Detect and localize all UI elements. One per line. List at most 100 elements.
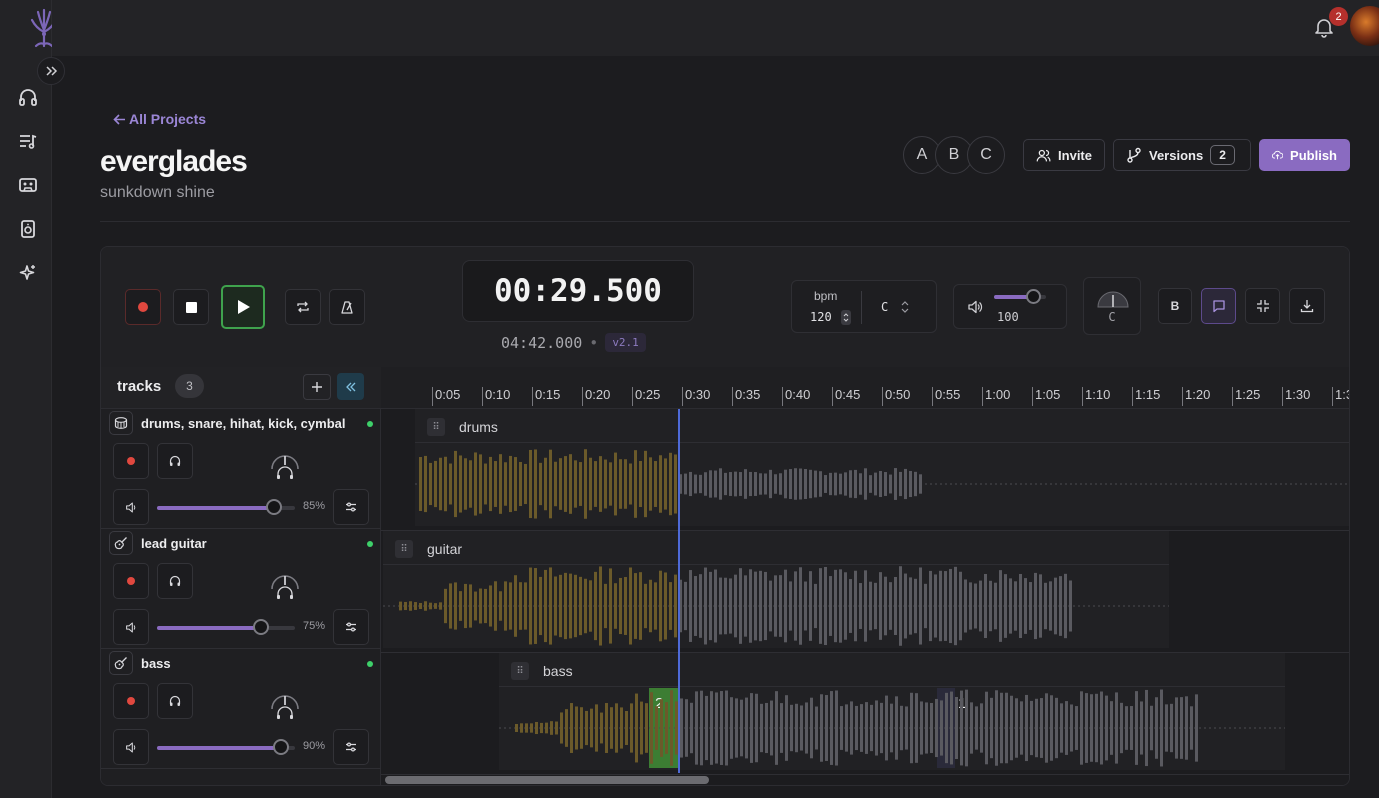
volume-thumb[interactable] — [252, 619, 269, 635]
waveform-bar — [535, 721, 538, 735]
pan-knob[interactable] — [269, 691, 301, 723]
master-volume-group: 100 — [953, 284, 1067, 329]
audio-clip[interactable]: ⠿ guitar — [383, 531, 1169, 648]
time-ruler[interactable]: 0:05 0:10 0:15 0:20 0:25 0:30 0:35 0:40 0:45 0:50… — [381, 367, 1349, 409]
invite-button[interactable]: Invite — [1023, 139, 1105, 171]
track-settings-button[interactable] — [333, 489, 369, 525]
stop-button[interactable] — [173, 289, 209, 325]
versions-button[interactable]: Versions 2 — [1113, 139, 1251, 171]
track-volume-slider[interactable] — [157, 499, 295, 515]
waveform-bar — [619, 577, 622, 635]
sidebar-item-playlists[interactable] — [14, 127, 42, 155]
playhead[interactable] — [678, 409, 680, 773]
collapse-tracks-button[interactable] — [337, 373, 364, 400]
track-mute-button[interactable] — [113, 729, 149, 765]
record-button[interactable] — [125, 289, 161, 325]
versions-count: 2 — [1210, 145, 1235, 165]
tuner-dial[interactable]: C — [1083, 277, 1141, 335]
horizontal-scrollbar[interactable] — [383, 775, 1349, 785]
track-name[interactable]: bass — [141, 656, 171, 671]
add-track-button[interactable] — [303, 374, 331, 400]
track-record-button[interactable] — [113, 563, 149, 599]
waveform-bar — [729, 472, 732, 496]
collaborator-avatar[interactable]: C — [967, 136, 1005, 174]
track-volume-slider[interactable] — [157, 619, 295, 635]
waveform-bar — [514, 457, 517, 511]
waveform-bar — [1044, 582, 1047, 630]
timeline[interactable]: 0:05 0:10 0:15 0:20 0:25 0:30 0:35 0:40 0:45 0:50… — [381, 367, 1349, 785]
bpm-stepper[interactable] — [841, 310, 851, 325]
waveform-bar — [949, 568, 952, 644]
waveform-bar — [1039, 574, 1042, 638]
drag-handle-icon[interactable]: ⠿ — [427, 418, 445, 436]
bpm-input[interactable]: 120 — [810, 310, 832, 324]
waveform-bar — [770, 700, 773, 756]
waveform-bar — [534, 568, 537, 644]
waveform-bar — [710, 691, 713, 765]
waveform-bar — [479, 454, 482, 514]
all-projects-label: All Projects — [129, 111, 207, 127]
expand-sidebar-button[interactable] — [37, 57, 65, 85]
track-monitor-button[interactable] — [157, 563, 193, 599]
track-record-button[interactable] — [113, 443, 149, 479]
drag-handle-icon[interactable]: ⠿ — [511, 662, 529, 680]
play-button[interactable] — [221, 285, 265, 329]
waveform-bar — [719, 577, 722, 635]
waveform-bar — [640, 701, 643, 755]
waveform-bar — [549, 567, 552, 645]
waveform-bar — [1155, 697, 1158, 759]
track-name[interactable]: drums, snare, hihat, kick, cymbal — [141, 416, 345, 431]
track-mute-button[interactable] — [113, 489, 149, 525]
b-button[interactable]: B — [1158, 288, 1192, 324]
comment-marker-region[interactable] — [937, 688, 955, 768]
loop-button[interactable] — [285, 289, 321, 325]
pan-knob[interactable] — [269, 451, 301, 483]
waveform-bar — [725, 690, 728, 766]
comment-marker-region[interactable] — [649, 688, 679, 768]
waveform-bar — [690, 702, 693, 754]
master-volume-slider[interactable] — [994, 289, 1046, 304]
track-volume-slider[interactable] — [157, 739, 295, 755]
sidebar-item-library[interactable] — [14, 171, 42, 199]
track-mute-button[interactable] — [113, 609, 149, 645]
key-select[interactable]: C — [881, 300, 888, 314]
waveform-bar — [629, 567, 632, 645]
comments-button[interactable] — [1201, 288, 1236, 324]
drag-handle-icon[interactable]: ⠿ — [395, 540, 413, 558]
sidebar-item-ai[interactable] — [14, 259, 42, 287]
clip-header: ⠿ bass — [499, 653, 1285, 687]
waveform-bar — [439, 602, 442, 610]
waveform-bar — [774, 575, 777, 637]
audio-clip[interactable]: ⠿ bass 2 1 — [499, 653, 1285, 770]
comment-marker[interactable]: 1 — [958, 695, 966, 712]
track-settings-button[interactable] — [333, 609, 369, 645]
volume-thumb[interactable] — [273, 739, 290, 755]
headphones-icon — [169, 575, 181, 586]
scrollbar-thumb[interactable] — [385, 776, 709, 784]
track-monitor-button[interactable] — [157, 443, 193, 479]
audio-clip[interactable]: ⠿ drums — [415, 409, 1349, 526]
sidebar-item-listen[interactable] — [14, 83, 42, 111]
volume-thumb[interactable] — [266, 499, 283, 515]
waveform-bar — [895, 696, 898, 760]
track-record-button[interactable] — [113, 683, 149, 719]
track-settings-button[interactable] — [333, 729, 369, 765]
comment-marker[interactable]: 2 — [655, 695, 663, 712]
minimize-button[interactable] — [1245, 288, 1280, 324]
waveform-bar — [974, 583, 977, 629]
download-button[interactable] — [1289, 288, 1325, 324]
track-monitor-button[interactable] — [157, 683, 193, 719]
waveform-bar — [709, 571, 712, 641]
ruler-tick: 0:15 — [532, 387, 560, 406]
sidebar-item-devices[interactable] — [14, 215, 42, 243]
pan-knob[interactable] — [269, 571, 301, 603]
track-name[interactable]: lead guitar — [141, 536, 207, 551]
headphones-icon — [19, 89, 37, 106]
volume-thumb[interactable] — [1026, 289, 1041, 304]
waveform-bar — [925, 702, 928, 754]
volume-fill — [157, 626, 261, 630]
waveform — [415, 449, 1349, 519]
metronome-button[interactable] — [329, 289, 365, 325]
publish-button[interactable]: Publish — [1259, 139, 1350, 171]
all-projects-link[interactable]: All Projects — [113, 111, 206, 127]
